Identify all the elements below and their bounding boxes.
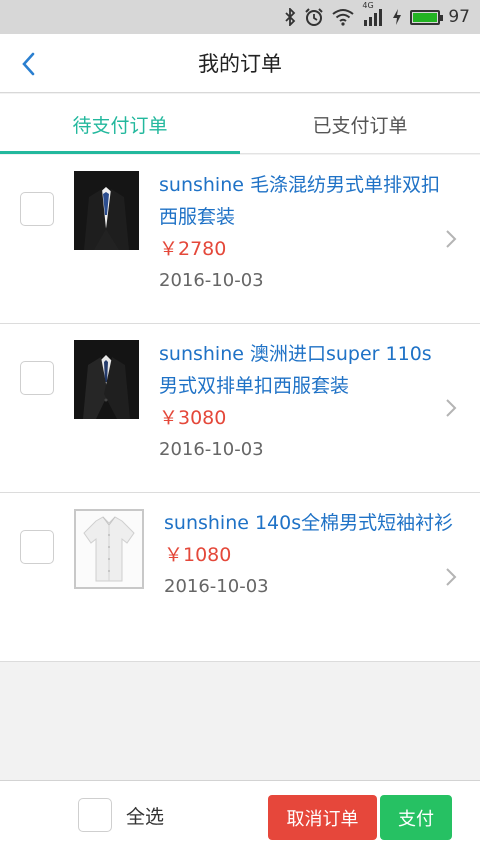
chevron-left-icon	[22, 52, 35, 76]
battery-level: 97	[448, 7, 470, 27]
order-checkbox[interactable]	[20, 361, 54, 395]
order-info: sunshine 140s全棉男式短袖衬衫 ￥1080 2016-10-03	[164, 507, 454, 603]
product-thumbnail[interactable]	[74, 171, 139, 250]
order-list: sunshine 毛涤混纺男式单排双扣西服套装 ￥2780 2016-10-03…	[0, 155, 480, 662]
order-price: ￥3080	[159, 407, 227, 429]
page-title: 我的订单	[198, 52, 282, 76]
alarm-icon	[304, 7, 324, 27]
order-item[interactable]: sunshine 澳洲进口super 110s男式双排单扣西服套装 ￥3080 …	[0, 324, 480, 493]
order-date: 2016-10-03	[159, 270, 264, 291]
chevron-right-icon[interactable]	[444, 229, 458, 249]
charging-icon	[392, 7, 402, 27]
cancel-order-button[interactable]: 取消订单	[268, 795, 377, 840]
select-all-checkbox[interactable]	[78, 798, 112, 832]
tab-unpaid-orders[interactable]: 待支付订单	[0, 94, 240, 154]
wifi-icon	[332, 7, 354, 27]
select-all-label: 全选	[126, 805, 165, 828]
product-thumbnail[interactable]	[74, 340, 139, 419]
order-checkbox[interactable]	[20, 530, 54, 564]
order-date: 2016-10-03	[159, 439, 264, 460]
back-button[interactable]	[10, 44, 46, 84]
order-price: ￥2780	[159, 238, 227, 260]
order-date: 2016-10-03	[164, 576, 269, 597]
order-product-name[interactable]: sunshine 毛涤混纺男式单排双扣西服套装	[159, 169, 449, 233]
order-product-name[interactable]: sunshine 140s全棉男式短袖衬衫	[164, 507, 454, 539]
nav-bar: 我的订单	[0, 34, 480, 93]
bottom-action-bar: 全选 取消订单 支付	[0, 780, 480, 853]
chevron-right-icon[interactable]	[444, 398, 458, 418]
order-info: sunshine 澳洲进口super 110s男式双排单扣西服套装 ￥3080 …	[159, 338, 449, 466]
signal-icon: 4G	[362, 1, 384, 27]
order-item[interactable]: sunshine 140s全棉男式短袖衬衫 ￥1080 2016-10-03	[0, 493, 480, 662]
order-checkbox[interactable]	[20, 192, 54, 226]
order-price: ￥1080	[164, 544, 232, 566]
order-info: sunshine 毛涤混纺男式单排双扣西服套装 ￥2780 2016-10-03	[159, 169, 449, 297]
network-type-label: 4G	[362, 1, 374, 10]
order-tabs: 待支付订单 已支付订单	[0, 94, 480, 154]
product-thumbnail[interactable]	[74, 509, 144, 589]
battery-icon	[410, 9, 444, 25]
order-item[interactable]: sunshine 毛涤混纺男式单排双扣西服套装 ￥2780 2016-10-03	[0, 155, 480, 324]
status-bar: 4G 97	[0, 0, 480, 34]
select-all-control[interactable]: 全选	[78, 798, 164, 832]
tab-paid-orders[interactable]: 已支付订单	[240, 94, 480, 154]
bluetooth-icon	[284, 7, 296, 27]
pay-button[interactable]: 支付	[380, 795, 452, 840]
order-product-name[interactable]: sunshine 澳洲进口super 110s男式双排单扣西服套装	[159, 338, 449, 402]
chevron-right-icon[interactable]	[444, 567, 458, 587]
